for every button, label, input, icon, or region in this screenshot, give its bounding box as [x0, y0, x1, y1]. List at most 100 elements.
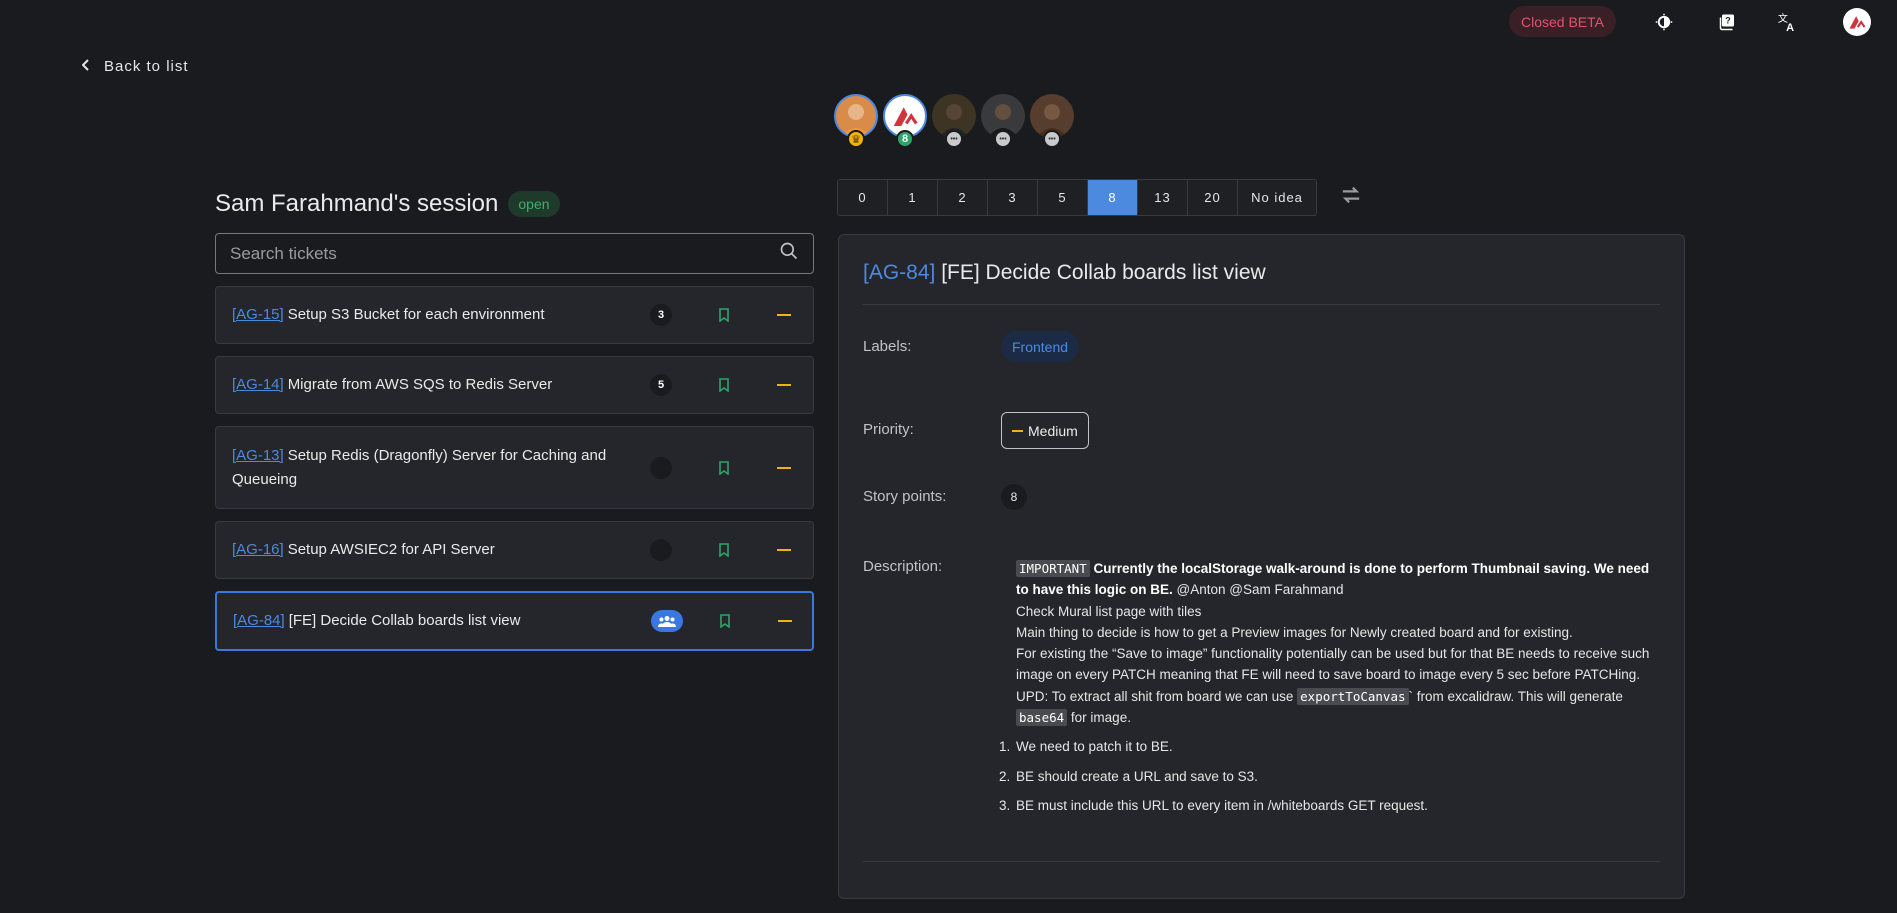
user-avatar[interactable]	[1843, 8, 1871, 36]
svg-text:A: A	[1786, 22, 1794, 33]
list-item: 1. We need to patch it to BE.	[999, 739, 1173, 755]
theme-toggle-icon[interactable]	[1651, 9, 1677, 35]
priority-select[interactable]: Medium	[1001, 412, 1089, 449]
participant-avatar[interactable]: 8	[883, 94, 927, 148]
help-icon[interactable]: ?	[1715, 9, 1741, 35]
point-option-1[interactable]: 1	[888, 180, 938, 215]
priority-medium-icon[interactable]	[777, 314, 791, 316]
bookmark-icon[interactable]	[718, 543, 730, 557]
ticket-key-link[interactable]: [AG-16]	[232, 541, 284, 558]
list-item: 2. BE should create a URL and save to S3.	[999, 768, 1258, 784]
ticket-title: Migrate from AWS SQS to Redis Server	[287, 376, 553, 393]
description-important: IMPORTANT Currently the localStorage wal…	[1016, 558, 1656, 601]
closed-beta-badge[interactable]: Closed BETA	[1509, 6, 1616, 37]
ticket-item[interactable]: [AG-13] Setup Redis (Dragonfly) Server fo…	[215, 426, 814, 509]
important-tag: IMPORTANT	[1016, 560, 1090, 577]
waiting-badge: •••	[994, 130, 1012, 148]
ticket-item[interactable]: [AG-14] Migrate from AWS SQS to Redis Ser…	[215, 356, 814, 414]
bookmark-icon[interactable]	[719, 614, 731, 628]
bookmark-icon[interactable]	[718, 460, 730, 475]
participant-avatar[interactable]: •••	[932, 94, 976, 148]
label-tag: Frontend	[1001, 331, 1080, 362]
inline-code: exportToCanvas	[1297, 687, 1409, 705]
status-badge: open	[508, 191, 560, 217]
back-to-list-link[interactable]: Back to list	[81, 58, 189, 75]
ticket-score-badge	[650, 456, 672, 479]
point-option-2[interactable]: 2	[938, 180, 988, 215]
upd-text: ` from excalidraw. This will generate	[1408, 688, 1623, 704]
point-option-no-idea[interactable]: No idea	[1238, 180, 1316, 215]
story-points-value: 8	[1001, 484, 1027, 510]
participants-list: ♛ 8 ••• ••• •••	[834, 94, 1074, 148]
ticket-detail-name: [FE] Decide Collab boards list view	[941, 261, 1266, 284]
ticket-title: [FE] Decide Collab boards list view	[288, 612, 521, 629]
point-option-0[interactable]: 0	[838, 180, 888, 215]
bookmark-icon[interactable]	[718, 378, 730, 392]
ticket-item-selected[interactable]: [AG-84] [FE] Decide Collab boards list vi…	[215, 591, 814, 651]
labels-label: Labels:	[863, 338, 912, 355]
point-option-5[interactable]: 5	[1038, 180, 1088, 215]
inline-code: base64	[1016, 709, 1068, 727]
ticket-name: [AG-16] Setup AWSIEC2 for API Server	[232, 538, 642, 562]
ticket-name: [AG-13] Setup Redis (Dragonfly) Server fo…	[232, 444, 642, 492]
bookmark-icon[interactable]	[718, 308, 730, 322]
top-bar: Closed BETA ? 文A	[0, 6, 1897, 37]
ticket-name: [AG-14] Migrate from AWS SQS to Redis Ser…	[232, 373, 642, 397]
search-box	[215, 233, 814, 274]
session-header: Sam Farahmand's session open	[215, 190, 560, 218]
priority-medium-icon[interactable]	[777, 466, 791, 469]
chevron-left-icon	[81, 58, 90, 75]
description-line: For existing the “Save to image” functio…	[1016, 646, 1650, 683]
upd-text: UPD: To extract all shit from board we c…	[1016, 688, 1294, 704]
point-option-8[interactable]: 8	[1088, 180, 1138, 215]
point-option-20[interactable]: 20	[1188, 180, 1238, 215]
ticket-detail-panel: [AG-84] [FE] Decide Collab boards list v…	[838, 234, 1685, 899]
description-label: Description:	[863, 558, 943, 575]
participant-avatar[interactable]: •••	[1030, 94, 1074, 148]
participant-avatar[interactable]: ♛	[834, 94, 878, 148]
ticket-key-link[interactable]: [AG-84]	[233, 612, 285, 629]
ticket-key-link[interactable]: [AG-13]	[232, 447, 284, 464]
translate-icon[interactable]: 文A	[1775, 9, 1801, 35]
ticket-name: [AG-84] [FE] Decide Collab boards list vi…	[233, 609, 643, 633]
vote-badge: 8	[896, 130, 914, 148]
description-line: Check Mural list page with tiles	[1016, 603, 1202, 619]
ticket-item[interactable]: [AG-16] Setup AWSIEC2 for API Server	[215, 521, 814, 579]
ticket-title: Setup S3 Bucket for each environment	[287, 306, 545, 323]
description-body: IMPORTANT Currently the localStorage wal…	[999, 558, 1656, 824]
divider	[863, 861, 1660, 862]
search-icon[interactable]	[779, 241, 799, 266]
waiting-badge: •••	[1043, 130, 1061, 148]
ticket-score-badge	[650, 539, 672, 561]
ticket-score-badge: 5	[650, 374, 672, 396]
host-crown-badge: ♛	[847, 130, 865, 148]
story-points-label: Story points:	[863, 488, 947, 505]
point-option-13[interactable]: 13	[1138, 180, 1188, 215]
description-upd: UPD: To extract all shit from board we c…	[1016, 686, 1656, 729]
session-title: Sam Farahmand's session	[215, 190, 499, 217]
ticket-score-badge: 3	[650, 304, 672, 326]
list-item: 3. BE must include this URL to every item…	[999, 797, 1428, 813]
ticket-title: Setup Redis (Dragonfly) Server for Cachi…	[232, 446, 607, 488]
story-points-selector: 0 1 2 3 5 8 13 20 No idea	[837, 179, 1317, 216]
mentions: @Anton @Sam Farahmand	[1176, 582, 1344, 598]
ticket-key-link[interactable]: [AG-15]	[232, 306, 284, 323]
priority-medium-icon[interactable]	[778, 620, 792, 622]
priority-medium-icon[interactable]	[777, 384, 791, 386]
priority-value: Medium	[1028, 422, 1078, 439]
svg-text:?: ?	[1725, 16, 1731, 26]
point-option-3[interactable]: 3	[988, 180, 1038, 215]
ticket-title: Setup AWSIEC2 for API Server	[287, 541, 495, 558]
ticket-detail-key[interactable]: [AG-84]	[863, 261, 935, 284]
ticket-detail-title: [AG-84] [FE] Decide Collab boards list v…	[863, 261, 1660, 305]
search-input[interactable]	[230, 243, 779, 264]
back-label: Back to list	[104, 58, 189, 75]
swap-icon[interactable]	[1340, 185, 1362, 210]
ticket-name: [AG-15] Setup S3 Bucket for each environm…	[232, 303, 642, 327]
participant-avatar[interactable]: •••	[981, 94, 1025, 148]
description-line: Main thing to decide is how to get a Pre…	[1016, 624, 1573, 640]
ticket-key-link[interactable]: [AG-14]	[232, 376, 284, 393]
priority-medium-icon[interactable]	[777, 549, 791, 551]
ticket-item[interactable]: [AG-15] Setup S3 Bucket for each environm…	[215, 286, 814, 344]
steps-list: 1. We need to patch it to BE. 2. BE should…	[999, 736, 1656, 816]
